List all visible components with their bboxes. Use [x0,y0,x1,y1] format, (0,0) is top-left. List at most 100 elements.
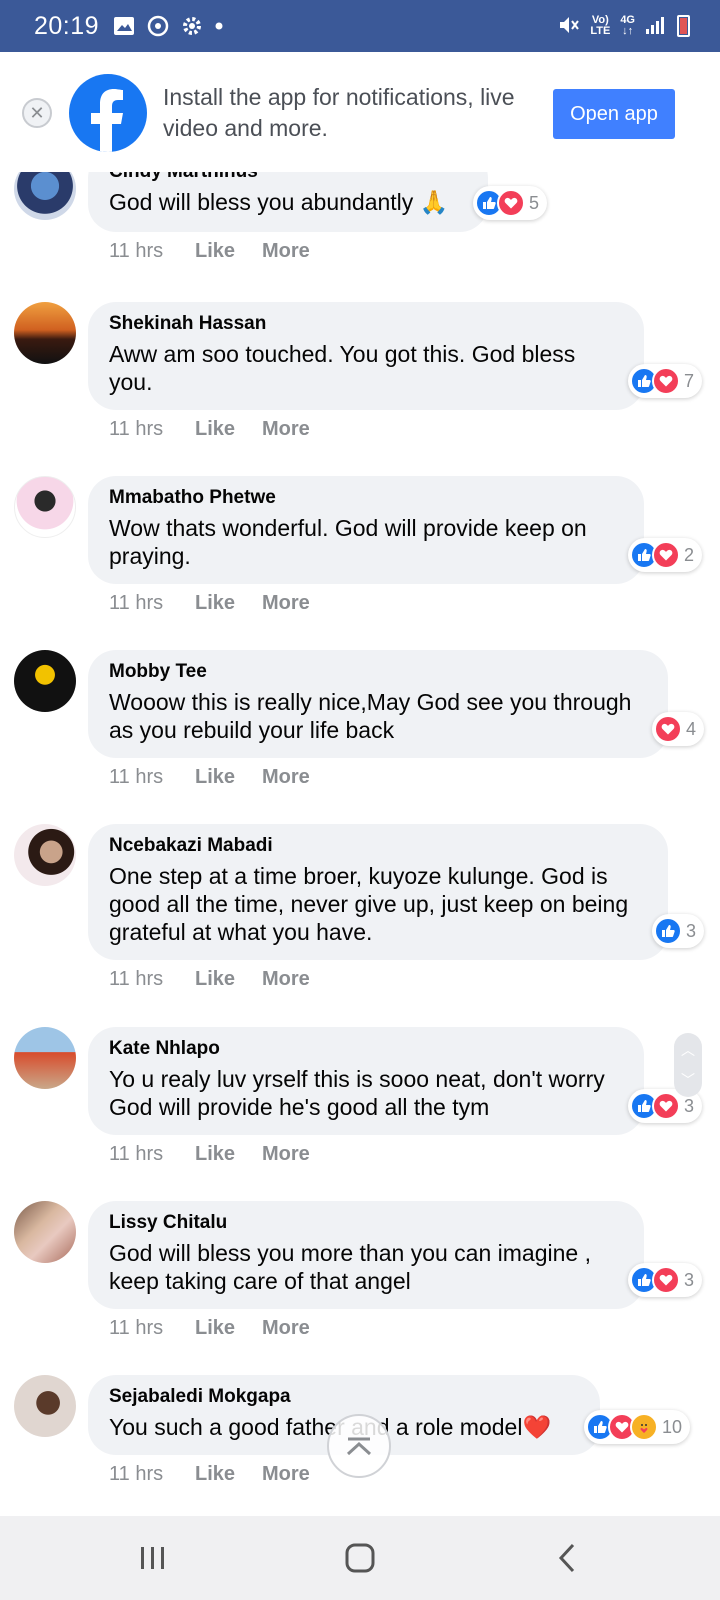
love-reaction-icon [652,1092,680,1120]
comment-bubble[interactable]: Shekinah Hassan Aww am soo touched. You … [88,302,644,410]
signal-icon [645,15,667,38]
comment-time[interactable]: 11 hrs [109,1463,195,1486]
gen-indicator: 4G ↓↑ [620,15,635,37]
reaction-count: 5 [529,192,540,213]
back-icon[interactable] [527,1528,607,1588]
facebook-logo-icon [69,74,147,152]
comment-bubble[interactable]: Cindy Marthinus God will bless you abund… [88,172,488,232]
like-button[interactable]: Like [195,592,262,615]
sync-icon [147,15,169,37]
comment-author[interactable]: Ncebakazi Mabadi [109,834,646,857]
like-button[interactable]: Like [195,968,262,991]
reaction-summary[interactable]: 3 [628,1263,703,1297]
like-button[interactable]: Like [195,240,262,263]
comment-time[interactable]: 11 hrs [109,766,195,789]
comment-bubble[interactable]: Kate Nhlapo Yo u realy luv yrself this i… [88,1027,644,1135]
avatar[interactable] [14,476,76,538]
more-button[interactable]: More [262,968,310,991]
like-button[interactable]: Like [195,1317,262,1340]
comment-time[interactable]: 11 hrs [109,240,195,263]
comment-author[interactable]: Mobby Tee [109,660,646,683]
reaction-count: 10 [662,1416,683,1437]
comment-time[interactable]: 11 hrs [109,1143,195,1166]
like-button[interactable]: Like [195,1463,262,1486]
comment-text: Wow thats wonderful. God will provide ke… [109,515,587,569]
like-button[interactable]: Like [195,766,262,789]
love-reaction-icon [497,189,525,217]
system-navigation-bar [0,1516,720,1600]
reaction-summary[interactable]: 10 [584,1410,691,1444]
avatar[interactable] [14,1201,76,1263]
comment-text: Wooow this is really nice,May God see yo… [109,689,632,743]
like-button[interactable]: Like [195,1143,262,1166]
avatar[interactable] [14,172,76,220]
avatar[interactable] [14,302,76,364]
comment-time[interactable]: 11 hrs [109,968,195,991]
network-indicator: Vo) LTE [590,15,610,37]
love-reaction-icon [652,1266,680,1294]
comment-text: One step at a time broer, kuyoze kulunge… [109,863,629,945]
avatar[interactable] [14,650,76,712]
like-reaction-icon [654,917,682,945]
comment-actions: 11 hrs Like More [109,968,310,991]
battery-icon [677,15,690,37]
comment-text: Aww am soo touched. You got this. God bl… [109,341,576,395]
avatar[interactable] [14,1375,76,1437]
more-button[interactable]: More [262,592,310,615]
love-reaction-icon [652,367,680,395]
comment-bubble[interactable]: Lissy Chitalu God will bless you more th… [88,1201,644,1309]
more-button[interactable]: More [262,418,310,441]
gear-icon [181,15,203,37]
comment-text: God will bless you more than you can ima… [109,1240,591,1294]
recent-apps-icon[interactable] [113,1528,193,1588]
reaction-summary[interactable]: 4 [652,712,705,746]
comment-actions: 11 hrs Like More [109,418,310,441]
comment-author[interactable]: Cindy Marthinus [109,172,466,183]
chevron-up-icon: ︿ [681,1042,695,1058]
comment-bubble[interactable]: Mmabatho Phetwe Wow thats wonderful. God… [88,476,644,584]
more-button[interactable]: More [262,240,310,263]
reaction-count: 3 [686,920,697,941]
image-icon [113,16,135,36]
banner-message: Install the app for notifications, live … [163,84,515,141]
reaction-summary[interactable]: 3 [652,914,705,948]
comment-actions: 11 hrs Like More [109,1143,310,1166]
open-app-button[interactable]: Open app [553,89,675,139]
love-reaction-icon [654,715,682,743]
more-button[interactable]: More [262,1143,310,1166]
comment-list[interactable]: Cindy Marthinus God will bless you abund… [0,172,720,1516]
more-button[interactable]: More [262,1463,310,1486]
comment-author[interactable]: Lissy Chitalu [109,1211,622,1234]
comment-author[interactable]: Kate Nhlapo [109,1037,622,1060]
comment-time[interactable]: 11 hrs [109,1317,195,1340]
more-button[interactable]: More [262,1317,310,1340]
comment-bubble[interactable]: Ncebakazi Mabadi One step at a time broe… [88,824,668,960]
more-button[interactable]: More [262,766,310,789]
reaction-count: 3 [684,1269,695,1290]
comment-time[interactable]: 11 hrs [109,592,195,615]
dot-icon [215,22,223,30]
comment-bubble[interactable]: Mobby Tee Wooow this is really nice,May … [88,650,668,758]
scroll-to-top-button[interactable] [327,1414,391,1478]
chevron-down-icon: ﹀ [681,1072,695,1088]
close-icon[interactable]: ✕ [22,98,52,128]
reaction-summary[interactable]: 7 [628,364,703,398]
comment-actions: 11 hrs Like More [109,1317,310,1340]
reaction-summary[interactable]: 5 [473,186,548,220]
avatar[interactable] [14,824,76,886]
comment-time[interactable]: 11 hrs [109,418,195,441]
comment-author[interactable]: Shekinah Hassan [109,312,622,335]
chevron-up-icon [346,1437,372,1456]
like-button[interactable]: Like [195,418,262,441]
avatar[interactable] [14,1027,76,1089]
reaction-count: 7 [684,370,695,391]
reaction-summary[interactable]: 2 [628,538,703,572]
reaction-count: 3 [684,1095,695,1116]
reaction-count: 2 [684,544,695,565]
network-bottom: LTE [590,25,611,37]
comment-author[interactable]: Mmabatho Phetwe [109,486,622,509]
status-time: 20:19 [34,11,100,40]
home-icon[interactable] [320,1528,400,1588]
comment-author[interactable]: Sejabaledi Mokgapa [109,1385,578,1408]
scroll-handle[interactable]: ︿ ﹀ [674,1033,702,1097]
